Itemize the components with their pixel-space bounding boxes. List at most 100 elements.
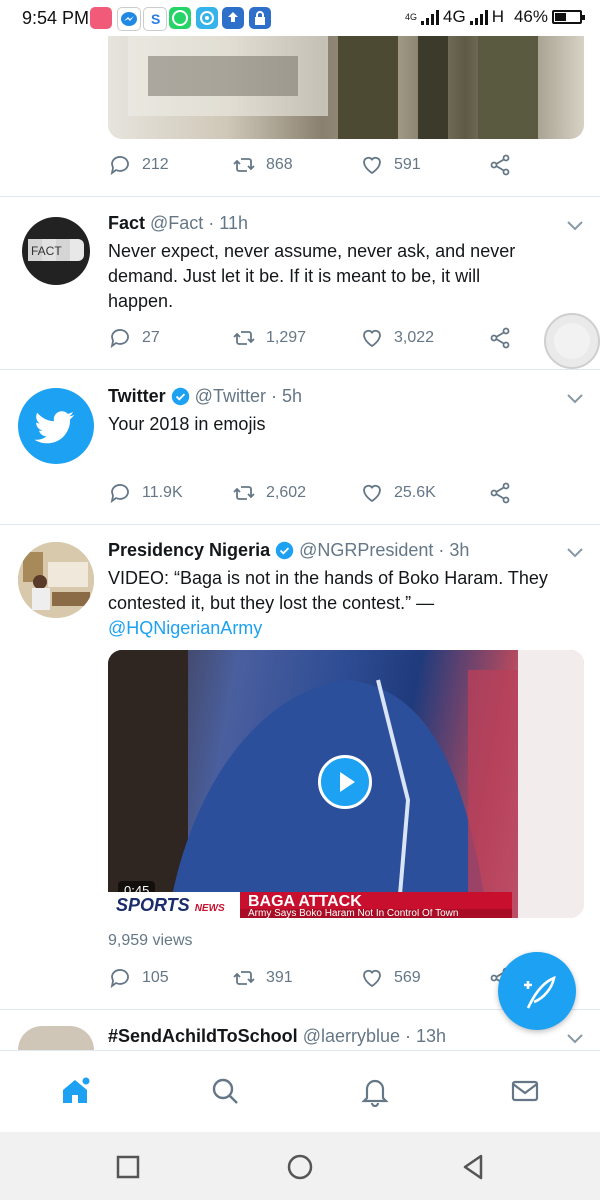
verified-badge-icon [171, 387, 189, 406]
heart-icon [363, 329, 381, 348]
tweet-time: · 5h [270, 386, 302, 406]
avatar-sendachildtoschool[interactable] [18, 1026, 94, 1050]
chevron-down-icon[interactable] [566, 220, 584, 232]
tweet-image[interactable] [108, 36, 584, 139]
like-button[interactable]: 569 [360, 966, 421, 990]
reply-icon [110, 969, 129, 989]
author-name[interactable]: Fact [108, 213, 145, 234]
twitter-bird-icon [34, 411, 75, 444]
author-handle[interactable]: @Fact [150, 213, 203, 234]
author-name[interactable]: Twitter [108, 386, 166, 407]
reply-icon [110, 329, 129, 349]
search-icon [212, 1078, 238, 1104]
video-banner-subtitle: Army Says Boko Haram Not In Control Of T… [240, 909, 512, 918]
nav-notifications[interactable] [355, 1071, 395, 1111]
tweet-time: · 3h [438, 540, 470, 560]
reply-icon [110, 156, 129, 176]
share-button[interactable] [488, 153, 512, 177]
author-handle[interactable]: @laerryblue [303, 1026, 400, 1047]
heart-icon [363, 156, 381, 175]
like-count: 25.6K [394, 484, 436, 501]
scroll-indicator[interactable] [544, 313, 600, 369]
retweet-button[interactable]: 868 [232, 153, 293, 177]
upload-icon [222, 7, 244, 29]
system-navigation-bar [0, 1132, 600, 1200]
avatar-presidency-nigeria[interactable] [18, 542, 94, 618]
bottom-navigation [0, 1050, 600, 1133]
home-system-icon[interactable] [285, 1152, 315, 1182]
like-button[interactable]: 3,022 [360, 326, 434, 350]
back-icon[interactable] [458, 1152, 488, 1182]
messenger-icon [117, 7, 141, 31]
reply-button[interactable]: 212 [108, 153, 169, 177]
nav-messages[interactable] [505, 1071, 545, 1111]
messages-icon [511, 1080, 539, 1102]
home-icon [63, 1077, 90, 1103]
network-small-label: 4G [404, 11, 417, 22]
video-banner-left: SPORTS [116, 895, 190, 915]
share-icon [490, 327, 510, 349]
signal-icon [421, 9, 439, 25]
divider [0, 369, 600, 370]
like-count: 569 [394, 969, 421, 986]
whatsapp-icon [169, 7, 191, 29]
video-banner-left2: NEWS [194, 903, 225, 914]
divider [0, 524, 600, 525]
chevron-down-icon[interactable] [566, 1033, 584, 1045]
status-bar: 9:54 PM S 4G 4G H 46% [0, 0, 600, 36]
nav-search[interactable] [205, 1071, 245, 1111]
notifications-icon [361, 1079, 389, 1107]
mention-link[interactable]: @HQNigerianArmy [108, 618, 262, 638]
reply-button[interactable]: 11.9K [108, 481, 183, 505]
tweet-text: VIDEO: “Baga is not in the hands of Boko… [108, 566, 578, 641]
share-button[interactable] [488, 326, 512, 350]
retweet-icon [233, 331, 255, 345]
status-indicators: 4G 4G H 46% [404, 7, 585, 27]
retweet-count: 2,602 [266, 484, 307, 501]
tweet-text-content: VIDEO: “Baga is not in the hands of Boko… [108, 568, 548, 613]
retweet-icon [233, 158, 255, 172]
avatar-twitter[interactable] [18, 388, 94, 464]
retweet-button[interactable]: 1,297 [232, 326, 306, 350]
chevron-down-icon[interactable] [566, 547, 584, 559]
app-circle-icon [196, 7, 218, 29]
battery-percent: 46% [513, 7, 548, 26]
recent-apps-icon[interactable] [113, 1152, 143, 1182]
author-handle[interactable]: @NGRPresident [299, 540, 433, 561]
tweet-actions: 212 868 591 [108, 153, 528, 183]
share-icon [490, 482, 510, 504]
chevron-down-icon[interactable] [566, 393, 584, 405]
retweet-icon [233, 486, 255, 500]
reply-button[interactable]: 105 [108, 966, 169, 990]
reply-icon [110, 484, 129, 504]
like-button[interactable]: 25.6K [360, 481, 436, 505]
nav-home[interactable] [55, 1071, 95, 1111]
like-count: 3,022 [394, 329, 435, 346]
retweet-count: 868 [266, 156, 293, 173]
reply-count: 105 [142, 969, 169, 986]
reply-count: 11.9K [142, 484, 183, 501]
share-icon [490, 154, 510, 176]
author-name[interactable]: Presidency Nigeria [108, 540, 270, 561]
author-handle[interactable]: @Twitter [195, 386, 266, 407]
compose-tweet-button[interactable] [498, 952, 576, 1030]
author-name[interactable]: #SendAchildToSchool [108, 1026, 298, 1047]
heart-icon [363, 484, 381, 503]
tweet-header: Twitter @Twitter · 5h [108, 386, 302, 407]
reply-count: 27 [142, 329, 160, 346]
battery-icon [552, 10, 585, 24]
status-time: 9:54 PM [22, 8, 90, 28]
play-button[interactable] [318, 755, 372, 809]
reply-button[interactable]: 27 [108, 326, 160, 350]
retweet-icon [233, 971, 255, 985]
share-button[interactable] [488, 481, 512, 505]
like-button[interactable]: 591 [360, 153, 421, 177]
avatar-fact[interactable]: FACT [18, 213, 94, 289]
retweet-button[interactable]: 391 [232, 966, 293, 990]
network-label-1: 4G [443, 7, 466, 26]
tweet-time: · 11h [208, 213, 248, 233]
tweet-header: #SendAchildToSchool @laerryblue · 13h [108, 1026, 446, 1047]
tweet-header: Fact @Fact · 11h [108, 213, 248, 234]
retweet-button[interactable]: 2,602 [232, 481, 306, 505]
video-banner-sports: SPORTS NEWS [108, 892, 240, 918]
